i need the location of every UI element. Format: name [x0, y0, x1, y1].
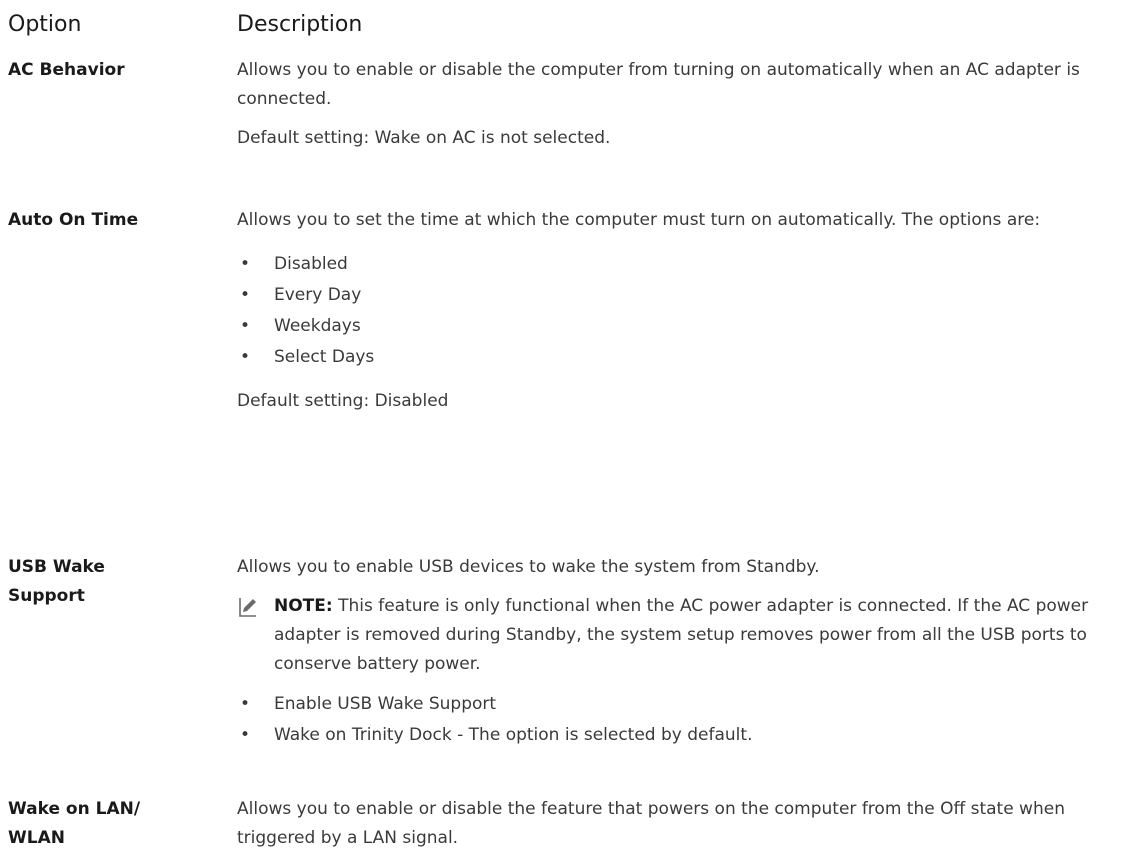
bullet-icon: • [240, 285, 251, 305]
option-list: • Enable USB Wake Support • Wake on Trinit… [237, 689, 1137, 751]
bullet-icon: • [240, 694, 251, 714]
list-item-text: Enable USB Wake Support [274, 694, 497, 714]
column-header-description: Description [237, 12, 363, 37]
note-box: NOTE: This feature is only functional wh… [237, 592, 1137, 679]
option-list: • Disabled • Every Day • Weekdays • Select D… [237, 249, 1137, 373]
option-name: Auto On Time [8, 210, 139, 230]
option-description: Allows you to set the time at which the … [237, 206, 1137, 416]
description-text: Allows you to enable or disable the comp… [237, 60, 1080, 109]
option-description: Allows you to enable USB devices to wake… [237, 553, 1137, 751]
document-page: Option Description AC Behavior Allows yo… [0, 0, 1146, 856]
default-setting-text: Default setting: Disabled [237, 391, 449, 411]
bullet-icon: • [240, 725, 251, 745]
pencil-note-icon [237, 596, 259, 618]
bullet-icon: • [240, 316, 251, 336]
bullet-icon: • [240, 347, 251, 367]
default-setting-text: Default setting: Wake on AC is not selec… [237, 128, 611, 148]
option-name: USB Wake Support [8, 557, 105, 606]
list-item-text: Wake on Trinity Dock - The option is sel… [274, 725, 753, 745]
note-label: NOTE: [274, 596, 333, 616]
list-item-text: Weekdays [274, 316, 361, 336]
note-text: This feature is only functional when the… [274, 596, 1089, 674]
option-name: Wake on LAN/ WLAN [8, 799, 141, 848]
list-item-text: Select Days [274, 347, 375, 367]
list-item: • Weekdays [237, 311, 1137, 342]
list-item-text: Disabled [274, 254, 348, 274]
list-item: • Disabled [237, 249, 1137, 280]
description-text: Allows you to set the time at which the … [237, 210, 1041, 230]
list-item: • Select Days [237, 342, 1137, 373]
list-item: • Every Day [237, 280, 1137, 311]
list-item: • Wake on Trinity Dock - The option is se… [237, 720, 1137, 751]
option-description: Allows you to enable or disable the feat… [237, 795, 1137, 853]
list-item-text: Every Day [274, 285, 362, 305]
option-description: Allows you to enable or disable the comp… [237, 56, 1137, 153]
description-text: Allows you to enable USB devices to wake… [237, 557, 820, 577]
option-name: AC Behavior [8, 60, 125, 80]
list-item: • Enable USB Wake Support [237, 689, 1137, 720]
column-header-option: Option [8, 12, 82, 37]
bullet-icon: • [240, 254, 251, 274]
description-text: Allows you to enable or disable the feat… [237, 799, 1065, 848]
